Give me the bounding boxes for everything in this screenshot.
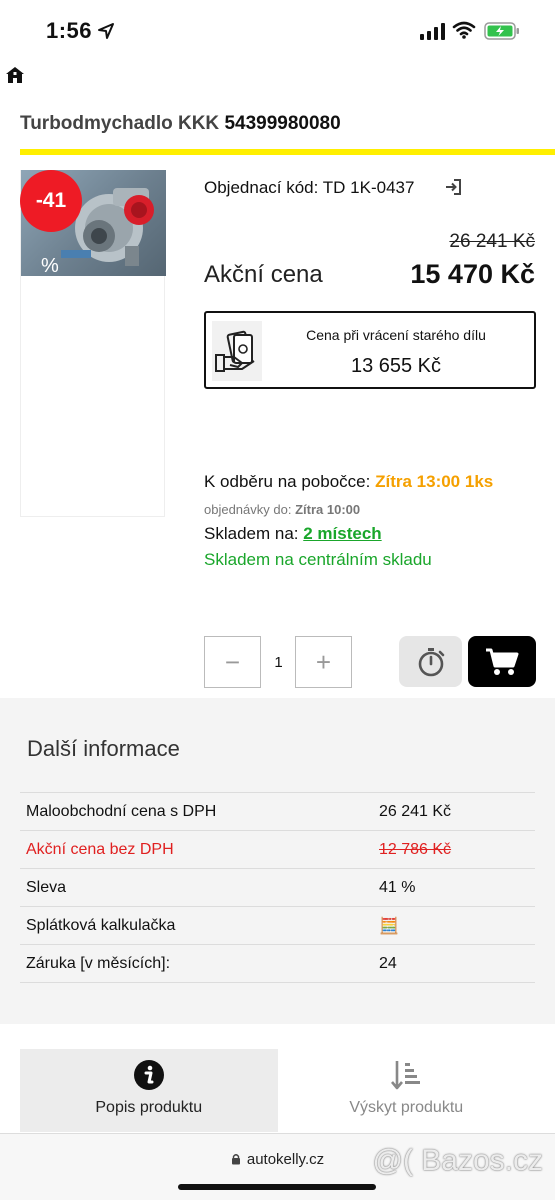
sale-price: 15 470 Kč xyxy=(410,259,535,289)
stopwatch-icon xyxy=(418,647,444,676)
lock-icon xyxy=(231,1154,240,1165)
cellular-signal-icon xyxy=(420,22,445,40)
info-value: 24 xyxy=(373,944,535,983)
watchdog-button[interactable] xyxy=(399,636,462,687)
pickup-value: Zítra 13:00 1ks xyxy=(375,472,494,491)
percent-mark: % xyxy=(41,255,59,277)
info-label: Záruka [v měsících]: xyxy=(20,944,373,983)
info-value: 41 % xyxy=(373,868,535,907)
pickup-label: K odběru na pobočce: xyxy=(204,472,371,491)
core-exchange-box: Cena při vrácení starého dílu 13 655 Kč xyxy=(204,311,536,389)
watermark: @( Bazos.cz xyxy=(372,1144,544,1177)
product-tabs: Popis produktu Výskyt produktu xyxy=(20,1049,535,1132)
home-indicator[interactable] xyxy=(178,1184,376,1190)
cart-icon xyxy=(486,648,519,675)
central-stock-status: Skladem na centrálním skladu xyxy=(204,550,432,569)
info-value: 12 786 Kč xyxy=(373,830,535,869)
order-deadline-value: Zítra 10:00 xyxy=(295,502,361,517)
product-code: 54399980080 xyxy=(224,113,341,134)
discount-badge: -41 xyxy=(20,170,82,232)
info-row-sale-price-no-vat: Akční cena bez DPH 12 786 Kč xyxy=(20,830,535,869)
pickup-availability: K odběru na pobočce: Zítra 13:00 1ks xyxy=(204,472,493,492)
order-code: Objednací kód: TD 1K-0437 xyxy=(204,178,414,198)
info-row-warranty: Záruka [v měsících]: 24 xyxy=(20,944,535,983)
core-exchange-price: 13 655 Kč xyxy=(350,355,442,377)
sign-in-icon[interactable] xyxy=(444,178,462,196)
info-row-installment-calculator: Splátková kalkulačka 🧮 xyxy=(20,906,535,945)
status-time: 1:56 xyxy=(46,18,93,43)
order-deadline: objednávky do: Zítra 10:00 xyxy=(204,502,360,517)
page-title: Turbodmychadlo KKK 54399980080 xyxy=(20,113,341,135)
quantity-decrease-button[interactable]: − xyxy=(204,636,261,688)
info-label: Sleva xyxy=(20,868,373,907)
order-code-value: TD 1K-0437 xyxy=(322,178,415,197)
sale-price-label: Akční cena xyxy=(204,261,323,288)
core-exchange-label: Cena při vrácení starého dílu xyxy=(306,327,486,343)
more-info-title: Další informace xyxy=(27,736,180,761)
stock-locations-link[interactable]: 2 místech xyxy=(303,524,381,543)
sort-list-icon xyxy=(391,1061,421,1090)
home-icon[interactable] xyxy=(5,66,25,84)
info-label: Maloobchodní cena s DPH xyxy=(20,792,373,831)
info-icon xyxy=(133,1060,164,1090)
stock-availability: Skladem na: 2 místech xyxy=(204,524,382,544)
url-text: autokelly.cz xyxy=(246,1151,325,1168)
tab-label: Výskyt produktu xyxy=(349,1099,464,1116)
cash-hand-icon xyxy=(212,321,262,381)
info-value: 26 241 Kč xyxy=(373,792,535,831)
order-deadline-label: objednávky do: xyxy=(204,502,292,517)
info-label: Splátková kalkulačka xyxy=(20,906,373,945)
location-arrow-icon xyxy=(98,23,114,39)
browser-address-bar[interactable]: autokelly.cz @( Bazos.cz xyxy=(0,1133,555,1200)
info-label: Akční cena bez DPH xyxy=(20,830,373,869)
calculator-icon[interactable]: 🧮 xyxy=(373,906,535,945)
product-name: Turbodmychadlo KKK xyxy=(20,113,220,134)
info-row-discount: Sleva 41 % xyxy=(20,868,535,907)
original-price: 26 241 Kč xyxy=(449,231,535,252)
info-row-retail-price: Maloobchodní cena s DPH 26 241 Kč xyxy=(20,792,535,831)
tab-label: Popis produktu xyxy=(95,1099,203,1116)
order-code-label: Objednací kód: xyxy=(204,178,319,197)
more-info-section: Další informace Maloobchodní cena s DPH … xyxy=(0,698,555,1024)
quantity-increase-button[interactable]: + xyxy=(295,636,352,688)
accent-divider xyxy=(20,149,555,155)
tab-product-occurrence[interactable]: Výskyt produktu xyxy=(277,1049,535,1132)
info-table: Maloobchodní cena s DPH 26 241 Kč Akční … xyxy=(20,792,535,983)
stock-label: Skladem na: xyxy=(204,524,299,543)
wifi-icon xyxy=(452,21,476,39)
add-to-cart-button[interactable] xyxy=(468,636,536,687)
status-bar: 1:56 xyxy=(0,0,555,62)
battery-charging-icon xyxy=(484,22,519,40)
tab-product-description[interactable]: Popis produktu xyxy=(20,1049,278,1132)
quantity-input[interactable]: 1 xyxy=(262,636,295,688)
